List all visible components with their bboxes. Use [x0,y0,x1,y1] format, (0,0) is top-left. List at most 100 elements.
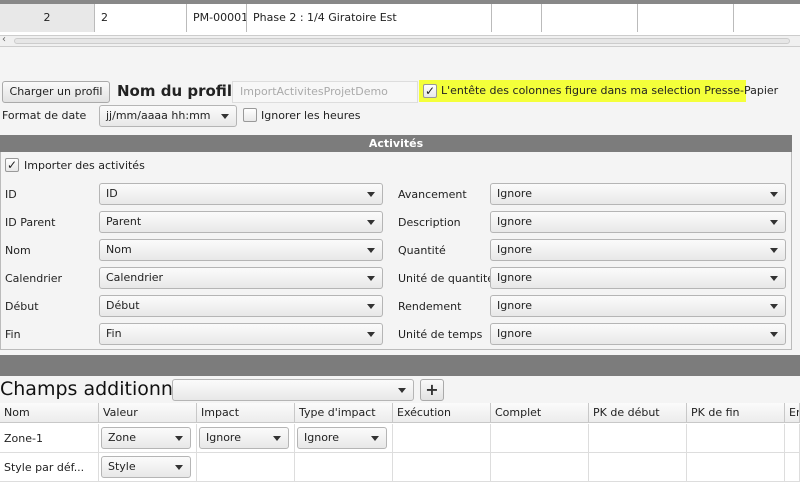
checkmark-icon[interactable]: ✓ [423,84,437,98]
mapping-label: Calendrier [5,272,63,285]
chevron-down-icon [367,248,375,253]
import-activities-checkbox[interactable]: ✓ [5,158,19,172]
extra-fields-title: Champs additionnels [0,378,200,400]
ignore-hours-label: Ignorer les heures [261,109,361,122]
mapping-value: Ignore [497,299,532,312]
scroll-thumb[interactable] [14,38,790,44]
mapping-select[interactable]: Ignore [490,267,786,289]
table-cell[interactable] [638,4,734,32]
mapping-label: Avancement [398,188,467,201]
field-value-value: Style [108,460,136,473]
section-divider-bar [0,355,800,376]
chevron-down-icon [367,276,375,281]
table-cell[interactable] [491,424,589,453]
chevron-down-icon [273,436,281,441]
table-cell[interactable] [295,453,393,482]
mapping-select[interactable]: Fin [99,323,383,345]
mapping-label: Nom [5,244,31,257]
table-cell[interactable] [687,424,785,453]
horizontal-scrollbar[interactable]: ‹ [0,34,800,47]
table-cell[interactable] [393,453,491,482]
table-cell[interactable] [491,453,589,482]
table-cell[interactable] [393,424,491,453]
activities-panel-title: Activités [0,135,792,152]
table-cell[interactable] [687,453,785,482]
table-cell[interactable]: 2 [95,4,187,32]
mapping-label: Rendement [398,300,462,313]
column-header[interactable]: Em [785,403,800,423]
table-cell[interactable]: Phase 2 : 1/4 Giratoire Est [247,4,492,32]
load-profile-button[interactable]: Charger un profil [2,81,110,103]
import-window: 2 2 PM-00001 Phase 2 : 1/4 Giratoire Est… [0,0,800,485]
mapping-select[interactable]: Ignore [490,239,786,261]
mapping-value: Ignore [497,327,532,340]
column-header[interactable]: Complet [491,403,589,423]
mapping-label: Fin [5,328,21,341]
mapping-label: Description [398,216,461,229]
mapping-select[interactable]: Ignore [490,211,786,233]
header-checkbox-label: L'entête des colonnes figure dans ma sel… [441,84,779,97]
mapping-select[interactable]: Calendrier [99,267,383,289]
date-format-select[interactable]: jj/mm/aaaa hh:mm [99,105,237,127]
mapping-value: Ignore [497,215,532,228]
field-value-value: Zone [108,431,137,444]
mapping-value: Parent [106,215,142,228]
extra-field-select[interactable] [172,379,414,401]
column-header[interactable]: PK de fin [687,403,785,423]
field-value-select[interactable]: Style [101,456,191,478]
mapping-select[interactable]: Ignore [490,183,786,205]
mapping-select[interactable]: Ignore [490,323,786,345]
mapping-value: Calendrier [106,271,164,284]
header-checkbox-highlight[interactable]: ✓ L'entête des colonnes figure dans ma s… [419,80,778,102]
table-cell[interactable] [734,4,800,32]
mapping-label: Quantité [398,244,446,257]
extra-fields-table: Nom Valeur Impact Type d'impact Exécution Com… [0,403,800,485]
table-cell[interactable] [589,424,687,453]
table-cell[interactable] [542,4,638,32]
field-impact-type-value: Ignore [304,431,339,444]
add-field-button[interactable]: + [420,379,444,401]
mapping-value: Ignore [497,243,532,256]
column-header[interactable]: PK de début [589,403,687,423]
mapping-select[interactable]: ID [99,183,383,205]
table-cell[interactable] [589,453,687,482]
column-header[interactable]: Impact [197,403,295,423]
table-cell[interactable] [197,453,295,482]
ignore-hours-checkbox[interactable] [243,108,257,122]
field-impact-type-select[interactable]: Ignore [297,427,387,449]
field-name: Zone-1 [4,432,43,445]
field-impact-value: Ignore [206,431,241,444]
activities-preview-table: 2 2 PM-00001 Phase 2 : 1/4 Giratoire Est [0,0,800,36]
column-header[interactable]: Valeur [99,403,197,423]
profile-name-label: Nom du profil : [117,82,244,100]
table-cell[interactable] [785,424,800,453]
mapping-select[interactable]: Ignore [490,295,786,317]
table-cell[interactable] [785,453,800,482]
column-header[interactable]: Type d'impact [295,403,393,423]
chevron-down-icon [175,465,183,470]
mapping-select[interactable]: Nom [99,239,383,261]
chevron-down-icon [770,248,778,253]
mapping-value: Début [106,299,140,312]
mapping-value: ID [106,187,118,200]
field-value-select[interactable]: Zone [101,427,191,449]
table-cell[interactable] [492,4,542,32]
mapping-select[interactable]: Parent [99,211,383,233]
chevron-down-icon [770,220,778,225]
scroll-left-icon[interactable]: ‹ [2,34,6,45]
mapping-label: Unité de quantité [398,272,495,285]
chevron-down-icon [175,436,183,441]
mapping-value: Nom [106,243,132,256]
table-cell[interactable]: PM-00001 [187,4,247,32]
field-impact-select[interactable]: Ignore [199,427,289,449]
mapping-select[interactable]: Début [99,295,383,317]
column-header[interactable]: Exécution [393,403,491,423]
mapping-label: ID [5,188,17,201]
column-header[interactable]: Nom [0,403,99,423]
chevron-down-icon [367,304,375,309]
row-header-cell[interactable]: 2 [0,4,95,32]
chevron-down-icon [770,276,778,281]
chevron-down-icon [367,220,375,225]
profile-name-input[interactable]: ImportActivitesProjetDemo [232,81,418,103]
field-name: Style par déf... [4,461,85,474]
